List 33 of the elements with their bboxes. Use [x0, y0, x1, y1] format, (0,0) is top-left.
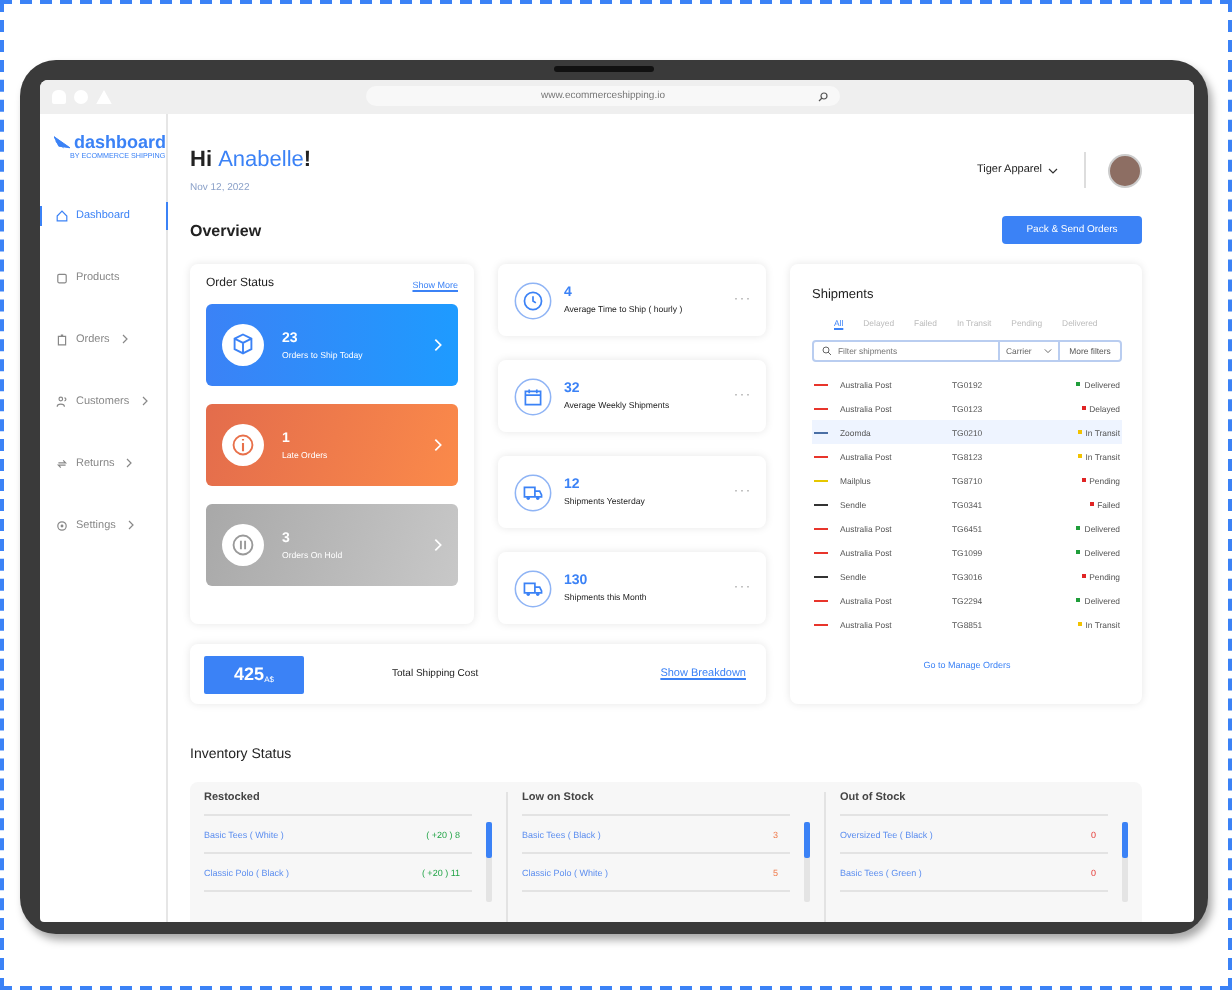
chevron-right-icon	[434, 538, 442, 552]
home-icon	[56, 209, 68, 222]
chevron-right-icon	[121, 334, 128, 345]
scrollbar[interactable]	[486, 822, 492, 902]
status-icon	[222, 424, 264, 466]
brand-name: dashboard	[73, 134, 166, 152]
gear-icon	[56, 519, 68, 532]
people-icon	[56, 395, 68, 408]
status-icon	[222, 324, 264, 366]
returns-icon	[56, 457, 68, 470]
calendar-icon	[514, 377, 552, 415]
search-icon[interactable]	[818, 91, 828, 101]
chevron-right-icon	[126, 458, 133, 469]
chevron-right-icon	[434, 338, 442, 352]
search-icon	[822, 346, 832, 356]
chevron-down-icon	[1044, 348, 1052, 354]
avatar[interactable]	[1108, 153, 1142, 187]
box-icon	[56, 271, 68, 284]
clock-icon	[514, 281, 552, 319]
chevron-down-icon	[1048, 167, 1058, 173]
camera-notch-drawing	[554, 66, 654, 72]
truck-icon	[514, 473, 552, 511]
section-title: Overview	[190, 221, 262, 239]
chevron-right-icon	[141, 396, 148, 407]
truck-icon	[514, 569, 552, 607]
status-icon	[222, 524, 264, 566]
clipboard-icon	[56, 333, 68, 346]
chevron-right-icon	[127, 520, 134, 531]
scrollbar[interactable]	[1122, 822, 1128, 902]
wing-logo-icon	[54, 136, 70, 150]
greeting: Hi Anabelle!	[190, 147, 312, 171]
scrollbar[interactable]	[804, 822, 810, 902]
chevron-right-icon	[434, 438, 442, 452]
